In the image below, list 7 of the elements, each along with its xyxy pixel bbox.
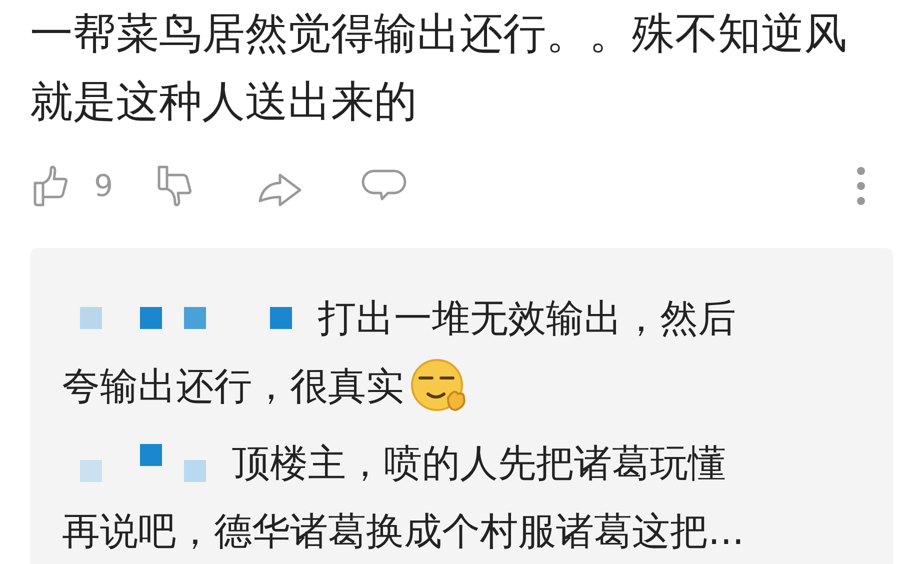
reply-text: 顶楼主，喷的人先把诸葛玩懂 <box>232 440 726 486</box>
reply-text: 打出一堆无效输出，然后 <box>318 294 736 342</box>
like-count: 9 <box>94 168 114 204</box>
more-icon[interactable] <box>856 166 866 206</box>
comment-text: 一帮菜鸟居然觉得输出还行。。殊不知逆风就是这种人送出来的 <box>29 8 848 129</box>
reply-text: 再说吧，德华诸葛换成个村服诸葛这把... <box>62 508 744 554</box>
reply-text: 夸输出还行，很真实 <box>62 362 404 410</box>
